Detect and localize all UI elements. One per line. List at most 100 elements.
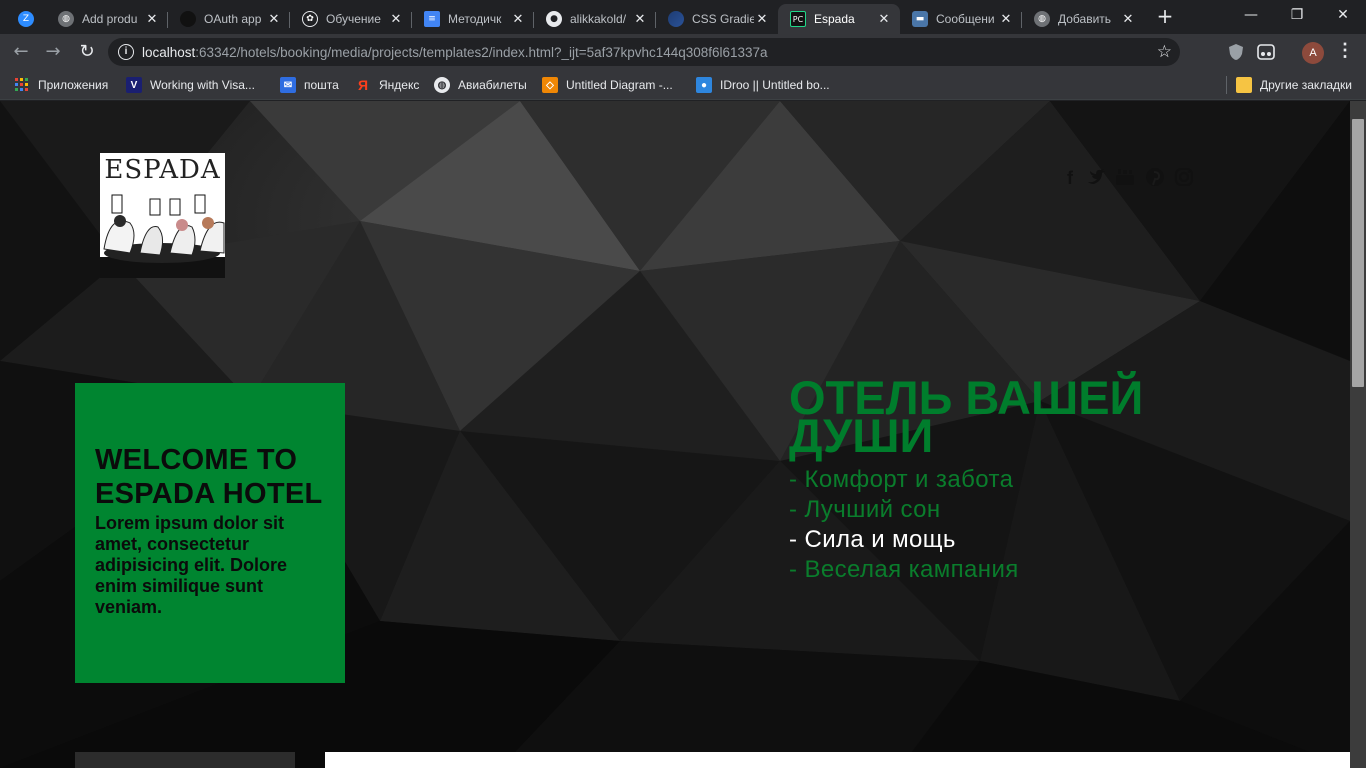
close-tab-icon[interactable]: ✕ <box>266 12 282 27</box>
youtube-icon[interactable] <box>1114 167 1136 189</box>
bookmark-aviabilety[interactable]: ◍ Авиабилеты <box>434 76 527 94</box>
tab-title: Add produ <box>82 12 138 26</box>
apps-grid-icon <box>14 77 30 93</box>
close-tab-icon[interactable]: ✕ <box>754 12 770 27</box>
scrollbar-thumb[interactable] <box>1352 119 1364 387</box>
close-tab-icon[interactable]: ✕ <box>876 12 892 27</box>
restore-button[interactable]: ❐ <box>1274 0 1320 32</box>
tab-add-product[interactable]: ◍ Add produ ✕ <box>46 4 168 34</box>
url-path: :63342/hotels/booking/media/projects/tem… <box>195 45 768 60</box>
zoom-icon: Z <box>18 11 34 27</box>
close-tab-icon[interactable]: ✕ <box>632 12 648 27</box>
welcome-title: WELCOME TO ESPADA HOTEL <box>95 444 323 510</box>
tab-dobavit[interactable]: ◍ Добавить ✕ <box>1022 4 1144 34</box>
drawio-icon: ◇ <box>542 77 558 93</box>
close-tab-icon[interactable]: ✕ <box>510 12 526 27</box>
page-scrollbar[interactable] <box>1350 101 1366 768</box>
new-tab-button[interactable]: + <box>1154 6 1176 28</box>
instagram-icon[interactable] <box>1173 167 1195 189</box>
url-text[interactable]: localhost:63342/hotels/booking/media/pro… <box>142 45 768 60</box>
twitter-icon[interactable] <box>1085 167 1107 189</box>
bookmark-label: Приложения <box>38 78 109 92</box>
globe-icon: ◍ <box>58 11 74 27</box>
browser-toolbar: ← → ↻ i localhost:63342/hotels/booking/m… <box>0 34 1366 70</box>
tab-zoom[interactable]: Z <box>6 4 46 34</box>
bottom-left-panel <box>75 752 295 768</box>
hotel-logo[interactable]: ESPADA <box>100 153 225 278</box>
hero-feature-item-active[interactable]: - Сила и мощь <box>789 525 1209 555</box>
mail-icon: ✉ <box>280 77 296 93</box>
hero-title: ОТЕЛЬ ВАШЕЙ ДУШИ <box>789 371 1144 462</box>
bookmark-label: Другие закладки <box>1260 78 1352 92</box>
tab-obuchenie[interactable]: ✿ Обучение ✕ <box>290 4 412 34</box>
reload-button[interactable]: ↻ <box>74 39 100 65</box>
tab-title: OAuth app <box>204 12 262 26</box>
bottom-right-panel <box>325 752 1350 768</box>
tab-title: Сообщени <box>936 12 995 26</box>
bookmark-label: Untitled Diagram -... <box>566 78 673 92</box>
github-icon: ● <box>546 11 562 27</box>
openai-icon: ✿ <box>302 11 318 27</box>
tab-title: CSS Gradie <box>692 12 754 26</box>
tab-css-gradient[interactable]: CSS Gradie ✕ <box>656 4 778 34</box>
bookmark-apps[interactable]: Приложения <box>14 76 108 94</box>
back-button[interactable]: ← <box>8 39 34 65</box>
logo-illustration <box>100 194 225 278</box>
page-viewport: ESPADA f WELCOME TO ESPADA HOTEL Lorem i… <box>0 101 1350 768</box>
yandex-icon: Я <box>357 77 369 93</box>
bookmark-poshta[interactable]: ✉ пошта <box>280 76 339 94</box>
profile-avatar[interactable]: A <box>1302 42 1324 64</box>
reader-extension-icon[interactable] <box>1256 42 1276 62</box>
welcome-text: Lorem ipsum dolor sit amet, consectetur … <box>95 513 288 617</box>
tab-title: alikkakold/ <box>570 12 627 26</box>
bookmarks-bar: Приложения V Working with Visa... ✉ пошт… <box>0 70 1366 100</box>
bookmark-label: Авиабилеты <box>458 78 527 92</box>
tab-title: Добавить <box>1058 12 1112 26</box>
address-bar[interactable]: i localhost:63342/hotels/booking/media/p… <box>108 38 1180 66</box>
site-info-icon[interactable]: i <box>118 44 134 60</box>
tab-title: Методичк <box>448 12 502 26</box>
bookmark-visa[interactable]: V Working with Visa... <box>126 76 255 94</box>
tab-oauth-app[interactable]: OAuth app ✕ <box>168 4 290 34</box>
tab-strip: Z ◍ Add produ ✕ OAuth app ✕ ✿ Обучение ✕… <box>0 0 1366 34</box>
hero-feature-item[interactable]: - Веселая кампания <box>789 555 1209 585</box>
bookmark-untitled-diagram[interactable]: ◇ Untitled Diagram -... <box>542 76 673 94</box>
welcome-card: WELCOME TO ESPADA HOTEL Lorem ipsum dolo… <box>75 383 345 683</box>
css-gradient-icon <box>668 11 684 27</box>
bookmark-idroo[interactable]: ● IDroo || Untitled bo... <box>696 76 830 94</box>
folder-icon <box>1236 77 1252 93</box>
close-tab-icon[interactable]: ✕ <box>998 12 1014 27</box>
forward-button[interactable]: → <box>40 39 66 65</box>
browser-menu-icon[interactable]: ⋮ <box>1336 40 1354 61</box>
github-icon <box>180 11 196 27</box>
globe-icon: ◍ <box>434 77 450 93</box>
minimize-button[interactable]: — <box>1228 0 1274 32</box>
bookmark-label: IDroo || Untitled bo... <box>720 78 830 92</box>
pycharm-icon: PC <box>790 11 806 27</box>
bookmark-other-folder[interactable]: Другие закладки <box>1236 76 1352 94</box>
close-tab-icon[interactable]: ✕ <box>388 12 404 27</box>
url-host: localhost <box>142 45 196 60</box>
close-tab-icon[interactable]: ✕ <box>144 12 160 27</box>
tab-metodichka[interactable]: ≡ Методичк ✕ <box>412 4 534 34</box>
bookmark-label: пошта <box>304 78 339 92</box>
tab-title: Espada <box>814 12 855 26</box>
hero-feature-list: - Комфорт и забота - Лучший сон - Сила и… <box>789 465 1209 585</box>
tab-espada[interactable]: PC Espada ✕ <box>778 4 900 34</box>
idroo-icon: ● <box>696 77 712 93</box>
close-tab-icon[interactable]: ✕ <box>1120 12 1136 27</box>
tab-soobshcheniya[interactable]: ▬ Сообщени ✕ <box>900 4 1022 34</box>
bookmark-star-icon[interactable]: ☆ <box>1157 42 1172 62</box>
hero-feature-item[interactable]: - Лучший сон <box>789 495 1209 525</box>
pinterest-icon[interactable] <box>1144 167 1166 189</box>
tab-title: Обучение <box>326 12 381 26</box>
facebook-icon[interactable]: f <box>1059 167 1081 189</box>
bookmark-label: Working with Visa... <box>150 78 255 92</box>
bookmark-yandex[interactable]: Я Яндекс <box>355 76 419 94</box>
shield-extension-icon[interactable] <box>1226 42 1246 62</box>
visa-icon: V <box>126 77 142 93</box>
tab-alikkakold[interactable]: ● alikkakold/ ✕ <box>534 4 656 34</box>
close-window-button[interactable]: ✕ <box>1320 0 1366 32</box>
bookmark-label: Яндекс <box>379 78 420 92</box>
hero-feature-item[interactable]: - Комфорт и забота <box>789 465 1209 495</box>
